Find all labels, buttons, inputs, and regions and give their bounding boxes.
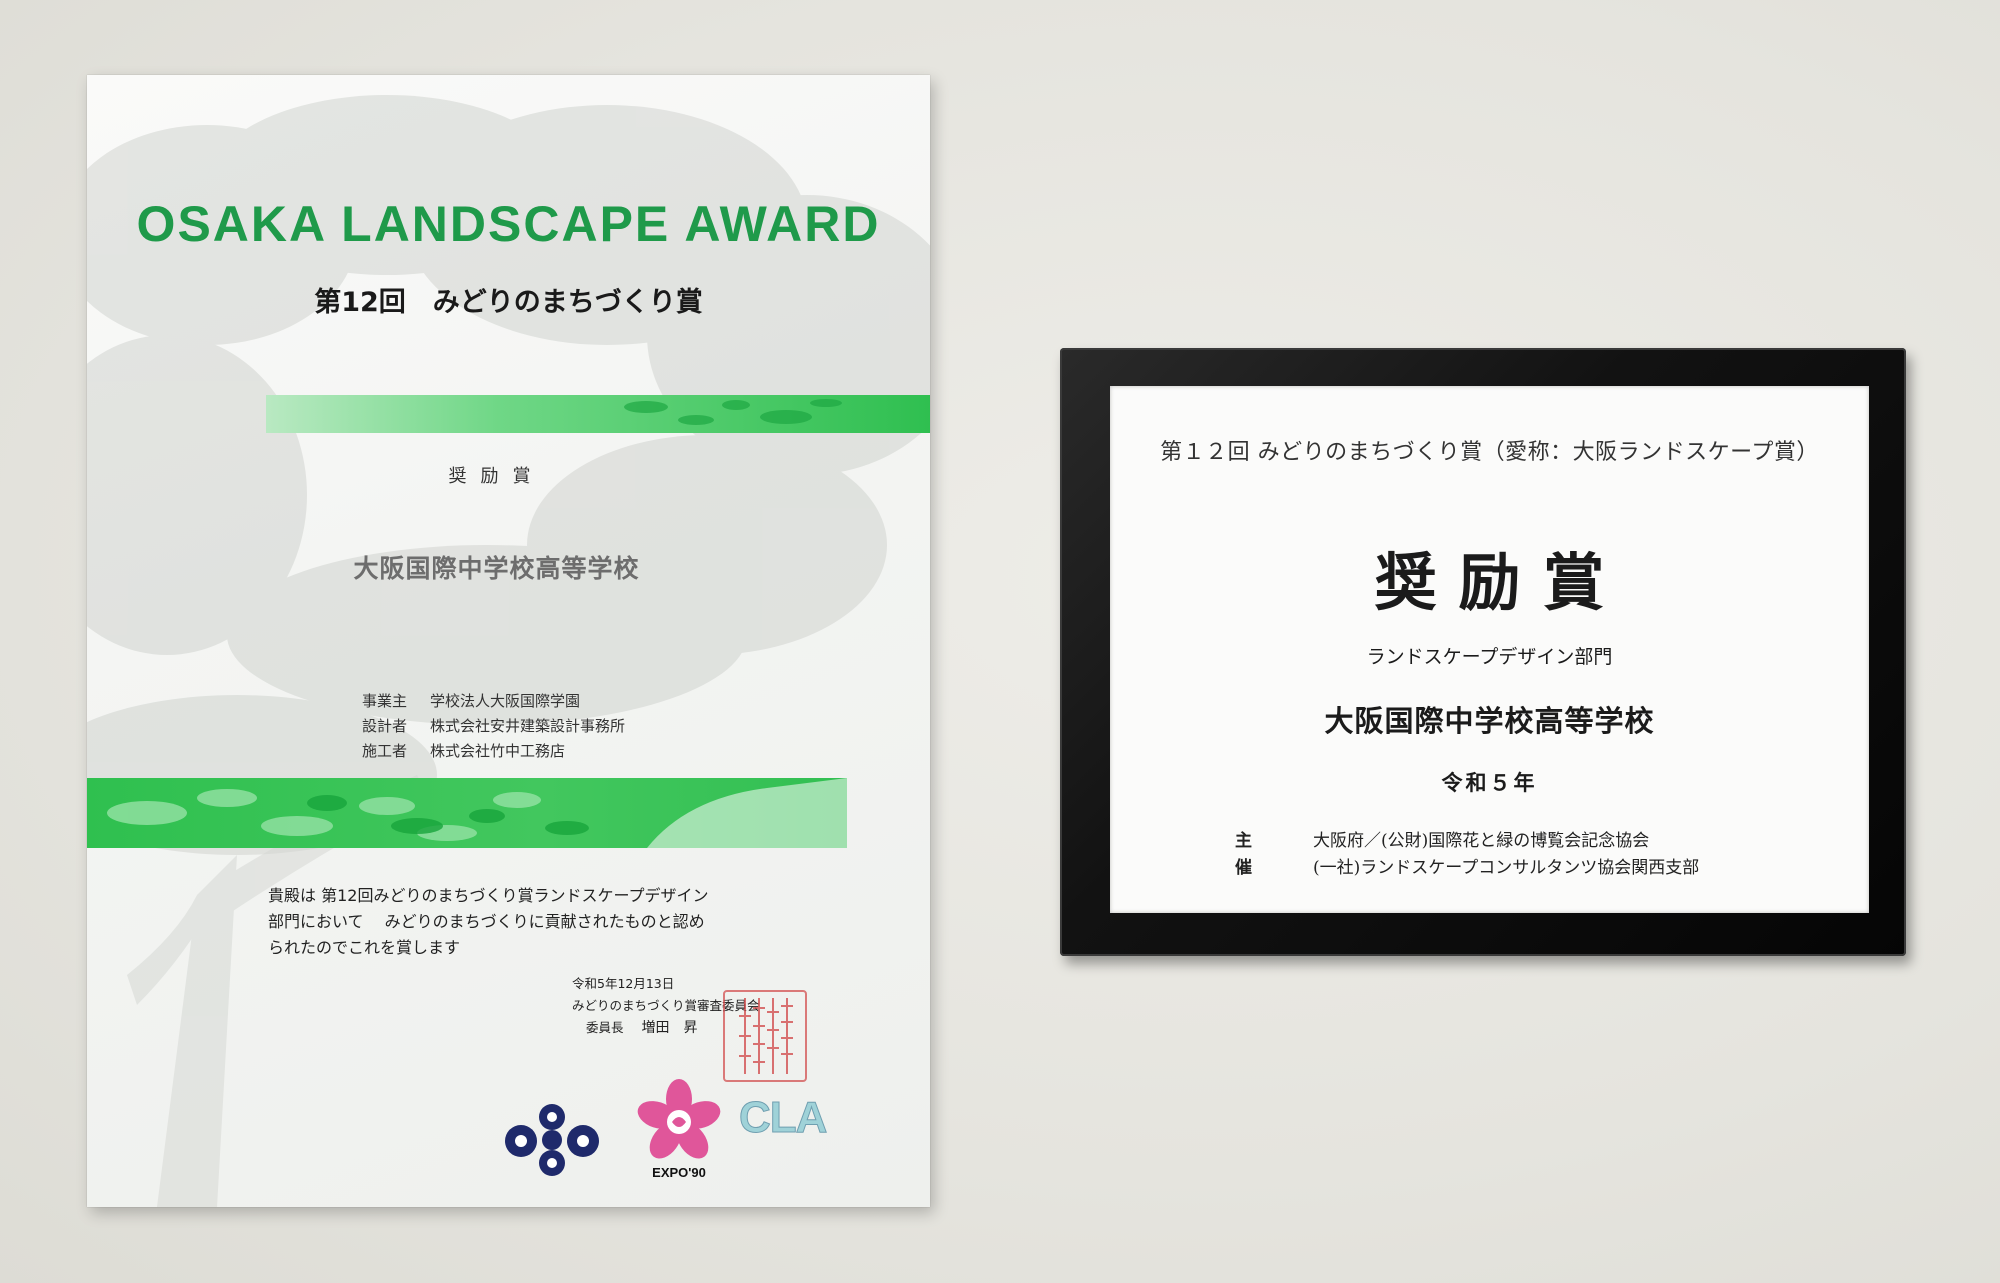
certificate-award-name: 奨励賞 xyxy=(448,466,545,487)
award-plaque-frame: 第１２回 みどりのまちづくり賞（愛称：大阪ランドスケープ賞） 奨励賞 ランドスケ… xyxy=(1060,348,1906,956)
credit-name: 株式会社竹中工務店 xyxy=(430,742,566,760)
certificate-header: OSAKA LANDSCAPE AWARD xyxy=(136,196,881,252)
plaque-award-name: 奨励賞 xyxy=(1374,546,1627,619)
plaque-panel: 第１２回 みどりのまちづくり賞（愛称：大阪ランドスケープ賞） 奨励賞 ランドスケ… xyxy=(1110,386,1869,913)
organizer-line: 大阪府／(公財)国際花と緑の博覧会記念協会 xyxy=(1313,831,1650,851)
cla-logo-text: CLA xyxy=(738,1093,827,1143)
chair-name: 増田 昇 xyxy=(641,1020,698,1036)
credit-row: 事業主 学校法人大阪国際学園 xyxy=(362,689,625,714)
body-line: られたのでこれを賞します xyxy=(268,938,461,957)
credit-role: 事業主 xyxy=(362,692,408,710)
award-certificate: OSAKA LANDSCAPE AWARD 第12回 みどりのまちづくり賞 奨励… xyxy=(87,75,930,1207)
organizer-line: (一社)ランドスケープコンサルタンツ協会関西支部 xyxy=(1313,858,1700,878)
plaque-division: ランドスケープデザイン部門 xyxy=(1366,646,1613,668)
body-line: 部門において みどりのまちづくりに貢献されたものと認め xyxy=(268,912,705,931)
organizer-label: 主催 xyxy=(1235,831,1252,878)
credit-name: 株式会社安井建築設計事務所 xyxy=(430,717,626,735)
certificate-school-name: 大阪国際中学校高等学校 xyxy=(353,554,640,583)
expo90-label: EXPO'90 xyxy=(652,1165,706,1180)
certificate-title: 第12回 みどりのまちづくり賞 xyxy=(314,287,703,318)
red-seal-stamp xyxy=(723,990,807,1082)
osaka-prefecture-logo-icon xyxy=(505,1104,599,1176)
credit-name: 学校法人大阪国際学園 xyxy=(430,692,581,710)
body-line: 貴殿は 第12回みどりのまちづくり賞ランドスケープデザイン xyxy=(268,886,709,905)
certificate-body-text: 貴殿は 第12回みどりのまちづくり賞ランドスケープデザイン 部門において みどり… xyxy=(268,883,788,961)
chair-title: 委員長 xyxy=(586,1020,624,1035)
plaque-year: 令和５年 xyxy=(1441,770,1538,795)
green-band-bottom xyxy=(87,778,847,848)
credit-row: 設計者 株式会社安井建築設計事務所 xyxy=(362,714,625,739)
organizer-list: 大阪府／(公財)国際花と緑の博覧会記念協会 (一社)ランドスケープコンサルタンツ… xyxy=(1313,828,1699,882)
green-band-top xyxy=(266,395,930,433)
seal-icon xyxy=(739,998,793,1074)
plaque-title: 第１２回 みどりのまちづくり賞（愛称：大阪ランドスケープ賞） xyxy=(1160,440,1819,465)
credit-role: 設計者 xyxy=(362,717,408,735)
plaque-school-name: 大阪国際中学校高等学校 xyxy=(1324,704,1655,738)
credits-list: 事業主 学校法人大阪国際学園 設計者 株式会社安井建築設計事務所 施工者 株式会… xyxy=(362,689,625,764)
credit-row: 施工者 株式会社竹中工務店 xyxy=(362,739,625,764)
credit-role: 施工者 xyxy=(362,742,408,760)
